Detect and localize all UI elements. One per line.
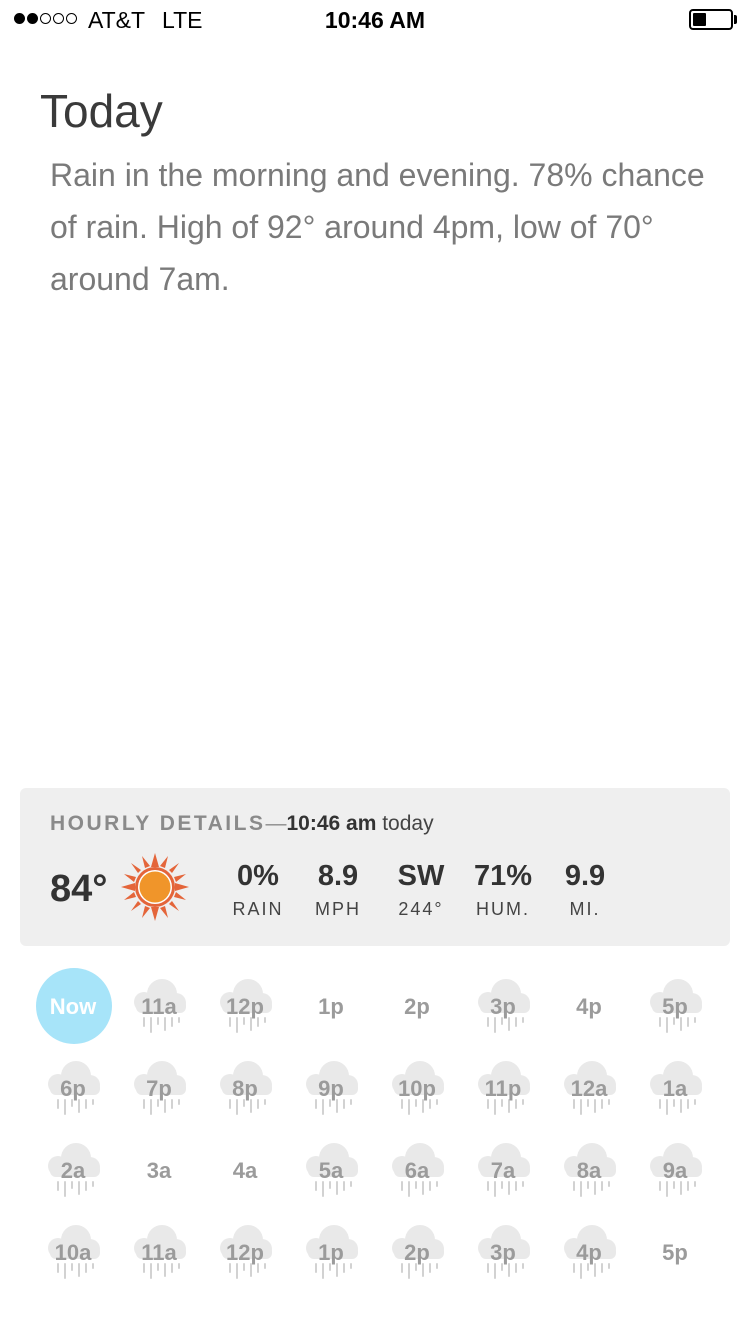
hour-cell[interactable]: 7p xyxy=(116,1048,202,1130)
hour-cell[interactable]: 6a xyxy=(374,1130,460,1212)
hourly-details-header: HOURLY DETAILS—10:46 am today xyxy=(50,812,434,836)
forecast-summary: Rain in the morning and evening. 78% cha… xyxy=(50,157,705,297)
hour-cell[interactable]: 1p xyxy=(288,966,374,1048)
hour-cell[interactable]: 5p xyxy=(632,966,718,1048)
hour-label: 10a xyxy=(54,1240,92,1265)
hour-cell[interactable]: 12a xyxy=(546,1048,632,1130)
hour-label: 12p xyxy=(226,1240,264,1265)
hour-cell[interactable]: 2a xyxy=(30,1130,116,1212)
hour-label: 11p xyxy=(484,1076,522,1101)
hour-label: 5a xyxy=(318,1158,344,1183)
status-time: 10:46 AM xyxy=(324,7,426,33)
battery-fill xyxy=(693,13,706,26)
hour-label: 5p xyxy=(662,1240,688,1265)
stat-value: 9.9 xyxy=(564,860,606,892)
hour-label: 7a xyxy=(490,1158,516,1183)
status-bar: AT&T LTE 10:46 AM xyxy=(0,0,750,40)
hour-cell[interactable]: 8a xyxy=(546,1130,632,1212)
sun-icon xyxy=(121,853,189,921)
hour-cell[interactable]: 6p xyxy=(30,1048,116,1130)
hour-grid: Now 11a 12p 1p 2p 3p 4p 5p 6p 7p 8p 9p 10p 11p 12a 1a 2a… xyxy=(30,966,720,1296)
hour-cell[interactable]: 11a xyxy=(116,966,202,1048)
hour-label: 9p xyxy=(318,1076,344,1101)
hour-cell[interactable]: 5p xyxy=(632,1212,718,1294)
hour-label: 12p xyxy=(226,994,264,1019)
hour-cell[interactable]: 7a xyxy=(460,1130,546,1212)
hour-cell[interactable]: 3p xyxy=(460,1212,546,1294)
hour-cell[interactable]: 4a xyxy=(202,1130,288,1212)
hour-label: 3a xyxy=(146,1158,172,1183)
hour-cell[interactable]: 3p xyxy=(460,966,546,1048)
hour-cell-now[interactable]: Now xyxy=(30,966,116,1048)
hour-cell[interactable]: 5a xyxy=(288,1130,374,1212)
hour-label: 4a xyxy=(232,1158,258,1183)
hour-label: 2p xyxy=(404,994,430,1019)
hour-label: 11a xyxy=(141,994,177,1019)
hour-cell[interactable]: 11p xyxy=(460,1048,546,1130)
hour-cell[interactable]: 9p xyxy=(288,1048,374,1130)
page-title: Today xyxy=(40,85,163,137)
hour-label: 12a xyxy=(570,1076,608,1101)
hour-cell[interactable]: 11a xyxy=(116,1212,202,1294)
stat-mi: 9.9 MI. xyxy=(530,860,640,920)
hour-label: 7p xyxy=(146,1076,172,1101)
hour-cell[interactable]: 3a xyxy=(116,1130,202,1212)
hourly-details-day: today xyxy=(382,812,434,835)
hour-cell[interactable]: 4p xyxy=(546,966,632,1048)
hour-label: 2p xyxy=(404,1240,430,1265)
hour-label: 6a xyxy=(404,1158,430,1183)
hour-cell[interactable]: 10a xyxy=(30,1212,116,1294)
hour-cell[interactable]: 2p xyxy=(374,1212,460,1294)
hour-label: 1a xyxy=(662,1076,688,1101)
hourly-details-time: 10:46 am xyxy=(286,812,377,835)
current-temperature: 84° xyxy=(50,868,108,910)
hourly-details-card: HOURLY DETAILS—10:46 am today 84° 0% RAIN… xyxy=(20,788,730,946)
battery-icon xyxy=(689,9,733,30)
hour-label: 8p xyxy=(232,1076,258,1101)
hour-label: Now xyxy=(49,994,97,1019)
hour-label: 3p xyxy=(490,994,516,1019)
hour-cell[interactable]: 9a xyxy=(632,1130,718,1212)
hour-label: 4p xyxy=(576,1240,602,1265)
hour-label: 10p xyxy=(398,1076,436,1101)
hour-label: 6p xyxy=(60,1076,86,1101)
hour-cell[interactable]: 12p xyxy=(202,1212,288,1294)
hour-label: 1p xyxy=(318,994,344,1019)
hour-cell[interactable]: 8p xyxy=(202,1048,288,1130)
hour-cell[interactable]: 10p xyxy=(374,1048,460,1130)
battery-nub xyxy=(734,15,737,24)
hour-label: 3p xyxy=(490,1240,516,1265)
hour-label: 11a xyxy=(141,1240,177,1265)
hour-label: 1p xyxy=(318,1240,344,1265)
hour-label: 5p xyxy=(662,994,688,1019)
hour-cell[interactable]: 1a xyxy=(632,1048,718,1130)
header-dash: — xyxy=(265,812,287,835)
hour-cell[interactable]: 1p xyxy=(288,1212,374,1294)
hour-label: 4p xyxy=(576,994,602,1019)
hour-cell[interactable]: 2p xyxy=(374,966,460,1048)
hour-cell[interactable]: 12p xyxy=(202,966,288,1048)
hour-label: 8a xyxy=(576,1158,602,1183)
stat-label: MI. xyxy=(569,899,601,919)
hourly-details-label: HOURLY DETAILS xyxy=(50,812,266,835)
hour-label: 9a xyxy=(662,1158,688,1183)
hour-cell[interactable]: 4p xyxy=(546,1212,632,1294)
hour-label: 2a xyxy=(60,1158,86,1183)
